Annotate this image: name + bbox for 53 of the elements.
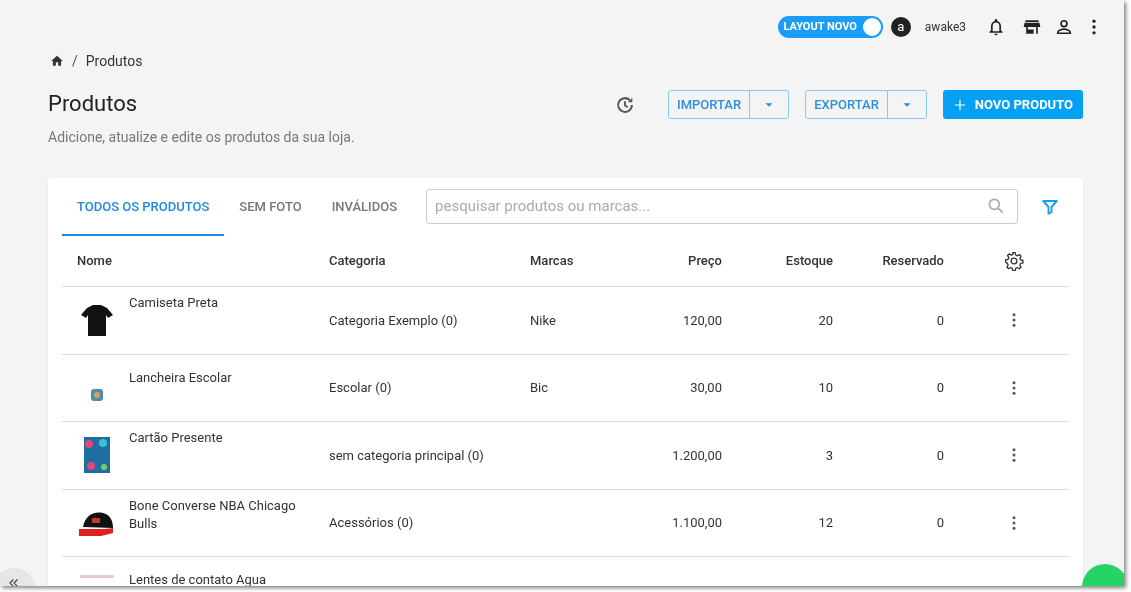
breadcrumb-item: Produtos: [85, 51, 143, 71]
column-header: Nome: [77, 253, 112, 269]
price-cell: 30,00: [690, 380, 722, 395]
product-name[interactable]: Cartão Presente: [129, 429, 309, 448]
search-field[interactable]: pesquisar produtos ou marcas...: [426, 188, 1019, 224]
username: awake3: [924, 19, 966, 36]
split-button[interactable]: EXPORTAR: [805, 90, 927, 119]
column-header: Estoque: [785, 253, 833, 269]
price-cell: 1.100,00: [672, 515, 722, 530]
page-subtitle: Adicione, atualize e edite os produtos da sua loja.: [48, 128, 356, 147]
price-cell: 1.200,00: [672, 447, 722, 463]
column-header: Marcas: [530, 253, 574, 269]
home-icon[interactable]: [50, 54, 64, 68]
reserved-cell: 0: [936, 515, 944, 530]
new-product-button[interactable]: NOVO PRODUTO: [942, 90, 1083, 119]
breadcrumb-separator: /: [72, 51, 78, 71]
category-cell: Categoria Exemplo (0): [329, 312, 458, 328]
reserved-cell: 0: [936, 380, 944, 395]
stock-cell: 10: [818, 380, 833, 395]
category-cell: Escolar (0): [329, 380, 392, 395]
stock-cell: 20: [818, 312, 833, 328]
filter-icon[interactable]: [1041, 198, 1060, 216]
split-button[interactable]: IMPORTAR: [668, 90, 790, 119]
stock-cell: 12: [818, 515, 833, 530]
settings-icon[interactable]: [1003, 251, 1024, 271]
plus-icon: [952, 97, 967, 112]
person-icon[interactable]: [1054, 17, 1074, 37]
action-button[interactable]: IMPORTAR: [669, 91, 751, 118]
category-cell: sem categoria principal (0): [329, 447, 484, 463]
product-name[interactable]: Camiseta Preta: [129, 294, 309, 313]
category-cell: Acessórios (0): [329, 515, 414, 530]
chevrons-left-icon: [7, 576, 21, 586]
user-avatar[interactable]: a: [890, 17, 911, 37]
page-title: Produtos: [48, 90, 139, 118]
brand-cell: Bic: [530, 380, 549, 395]
price-cell: 120,00: [682, 312, 722, 328]
brand-cell: Nike: [530, 312, 556, 328]
tab[interactable]: SEM FOTO: [224, 178, 317, 236]
store-icon[interactable]: [1022, 17, 1042, 37]
bell-icon[interactable]: [986, 17, 1006, 37]
column-header: Preço: [688, 253, 722, 269]
layout-toggle[interactable]: LAYOUT NOVO: [778, 16, 883, 38]
tab[interactable]: TODOS OS PRODUTOS: [62, 178, 225, 236]
product-name[interactable]: Lentes de contato Agua: [129, 571, 309, 586]
product-name[interactable]: Bone Converse NBA Chicago Bulls: [129, 496, 309, 533]
reserved-cell: 0: [936, 447, 944, 463]
stock-cell: 3: [825, 447, 833, 463]
column-header: Reservado: [882, 253, 944, 269]
reserved-cell: 0: [936, 312, 944, 328]
tab[interactable]: INVÁLIDOS: [316, 178, 413, 236]
column-header: Categoria: [329, 253, 386, 269]
product-name[interactable]: Lancheira Escolar: [129, 368, 309, 387]
action-button[interactable]: EXPORTAR: [806, 91, 888, 118]
